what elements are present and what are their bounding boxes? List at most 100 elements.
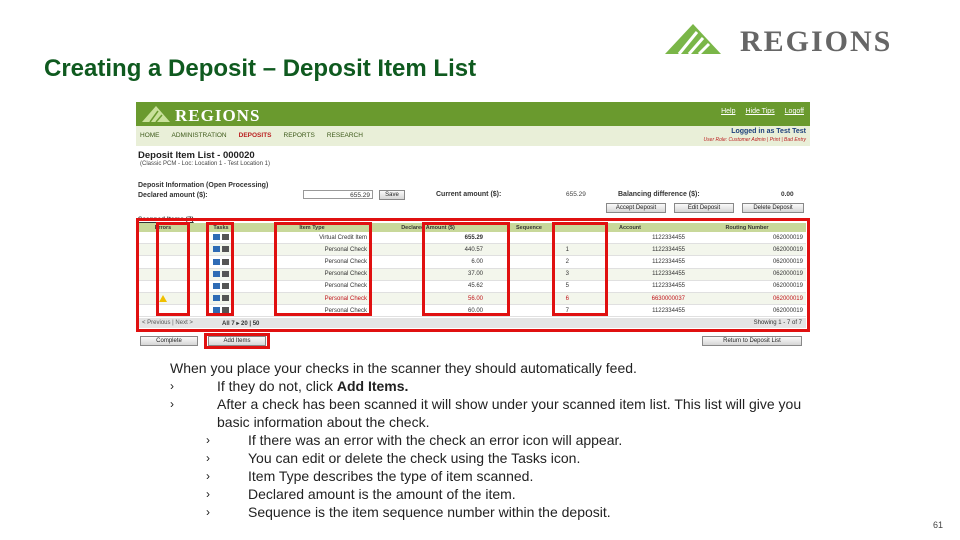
col-routing-number[interactable]: Routing Number (688, 223, 806, 232)
amount-cell: 56.00 (370, 292, 486, 306)
col-sequence[interactable]: Sequence (486, 223, 572, 232)
item-type-cell: Personal Check (254, 243, 370, 257)
tasks-cell (188, 268, 254, 281)
sequence-cell: 3 (486, 268, 572, 281)
bullet-arrow-icon: › (206, 469, 210, 483)
error-cell (138, 280, 188, 293)
nav-research[interactable]: RESEARCH (327, 132, 363, 139)
amount-cell: 655.29 (370, 232, 486, 245)
sequence-cell: 7 (486, 304, 572, 318)
deposit-info-title: Deposit Information (Open Processing) (138, 182, 269, 189)
edit-icon[interactable] (213, 283, 220, 290)
table-row[interactable]: Personal Check 440.57 1 1122334455 062000019 (138, 243, 806, 257)
amount-cell: 37.00 (370, 268, 486, 281)
nav-administration[interactable]: ADMINISTRATION (172, 132, 227, 139)
delete-icon[interactable] (222, 283, 229, 290)
col-tasks[interactable]: Tasks (188, 223, 254, 232)
pagination-bar: < Previous | Next > All 7 ▸ 20 | 50 Show… (138, 318, 806, 328)
user-role-info: User Role: Customer Admin | Print | Bad … (703, 137, 806, 143)
delete-icon[interactable] (222, 295, 229, 302)
edit-icon[interactable] (213, 246, 220, 253)
account-cell: 6630000037 (572, 292, 688, 306)
delete-icon[interactable] (222, 246, 229, 253)
showing-count: Showing 1 - 7 of 7 (753, 320, 802, 326)
page-size-selector[interactable]: All 7 ▸ 20 | 50 (222, 320, 259, 327)
table-row[interactable]: Personal Check 45.62 5 1122334455 062000019 (138, 280, 806, 293)
logoff-link[interactable]: Logoff (785, 108, 804, 115)
tasks-cell (188, 243, 254, 257)
col-errors[interactable]: Errors (138, 223, 188, 232)
delete-icon[interactable] (222, 258, 229, 265)
nav-home[interactable]: HOME (140, 132, 160, 139)
col-account[interactable]: Account (572, 223, 688, 232)
save-button[interactable]: Save (379, 190, 405, 200)
bullet-add-items: › If they do not, click Add Items. (170, 377, 810, 395)
sequence-cell (486, 232, 572, 245)
edit-icon[interactable] (213, 270, 220, 277)
account-cell: 1122334455 (572, 255, 688, 269)
amount-cell: 440.57 (370, 243, 486, 257)
tasks-cell (188, 255, 254, 269)
slide-title: Creating a Deposit – Deposit Item List (44, 55, 477, 82)
col-declared-amount[interactable]: Declared Amount ($) (370, 223, 486, 232)
item-type-cell: Personal Check (254, 292, 370, 306)
nav-deposits[interactable]: DEPOSITS (239, 132, 272, 139)
item-type-cell: Personal Check (254, 268, 370, 281)
accept-deposit-button[interactable]: Accept Deposit (606, 203, 666, 213)
edit-icon[interactable] (213, 258, 220, 265)
table-row[interactable]: Personal Check 56.00 6 6630000037 062000019 (138, 292, 806, 306)
edit-icon[interactable] (213, 307, 220, 314)
current-amount-label: Current amount ($): (436, 191, 502, 198)
edit-deposit-button[interactable]: Edit Deposit (674, 203, 734, 213)
delete-icon[interactable] (222, 307, 229, 314)
error-cell (138, 268, 188, 281)
edit-icon[interactable] (213, 295, 220, 302)
bullet-arrow-icon: › (170, 379, 174, 393)
routing-cell: 062000019 (688, 268, 806, 281)
tasks-cell (188, 280, 254, 293)
app-nav: HOME ADMINISTRATION DEPOSITS REPORTS RES… (136, 126, 810, 146)
balancing-difference-label: Balancing difference ($): (618, 191, 700, 198)
item-type-cell: Virtual Credit Item (254, 232, 370, 245)
routing-cell: 062000019 (688, 280, 806, 293)
table-row[interactable]: Personal Check 6.00 2 1122334455 062000019 (138, 255, 806, 269)
scanned-items-table: Errors Tasks Item Type Declared Amount (… (138, 223, 806, 318)
bullet-arrow-icon: › (206, 487, 210, 501)
delete-icon[interactable] (222, 270, 229, 277)
table-row[interactable]: Personal Check 60.00 7 1122334455 062000019 (138, 304, 806, 318)
table-row[interactable]: Personal Check 37.00 3 1122334455 062000019 (138, 268, 806, 281)
account-cell: 1122334455 (572, 268, 688, 281)
sub-bullet-sequence: › Sequence is the item sequence number w… (170, 503, 810, 521)
help-link[interactable]: Help (721, 108, 735, 115)
bullet-arrow-icon: › (206, 505, 210, 519)
declared-amount-input[interactable]: 655.29 (303, 190, 373, 199)
amount-cell: 60.00 (370, 304, 486, 318)
sequence-cell: 6 (486, 292, 572, 306)
account-cell: 1122334455 (572, 304, 688, 318)
error-cell (138, 304, 188, 318)
routing-cell: 062000019 (688, 304, 806, 318)
amount-cell: 6.00 (370, 255, 486, 269)
account-cell: 1122334455 (572, 280, 688, 293)
warning-icon[interactable] (159, 294, 167, 302)
page-number: 61 (933, 520, 944, 530)
sub-bullet-item-type-text: Item Type describes the type of item sca… (248, 468, 534, 484)
add-items-button[interactable]: Add Items (208, 336, 266, 346)
tasks-cell (188, 304, 254, 318)
nav-reports[interactable]: REPORTS (284, 132, 315, 139)
error-cell (138, 292, 188, 306)
return-to-deposit-list-button[interactable]: Return to Deposit List (702, 336, 802, 346)
delete-deposit-button[interactable]: Delete Deposit (742, 203, 804, 213)
tasks-cell (188, 232, 254, 245)
hide-tips-link[interactable]: Hide Tips (745, 108, 774, 115)
edit-icon[interactable] (213, 234, 220, 241)
col-item-type[interactable]: Item Type (254, 223, 370, 232)
pager-prev-next[interactable]: < Previous | Next > (142, 320, 193, 326)
sub-bullet-declared: › Declared amount is the amount of the i… (170, 485, 810, 503)
complete-button[interactable]: Complete (140, 336, 198, 346)
delete-icon[interactable] (222, 234, 229, 241)
bullet-scanned-list-text: After a check has been scanned it will s… (217, 396, 802, 430)
sub-bullet-sequence-text: Sequence is the item sequence number wit… (248, 504, 611, 520)
tasks-cell (188, 292, 254, 306)
table-row[interactable]: Virtual Credit Item 655.29 1122334455 06200… (138, 232, 806, 245)
